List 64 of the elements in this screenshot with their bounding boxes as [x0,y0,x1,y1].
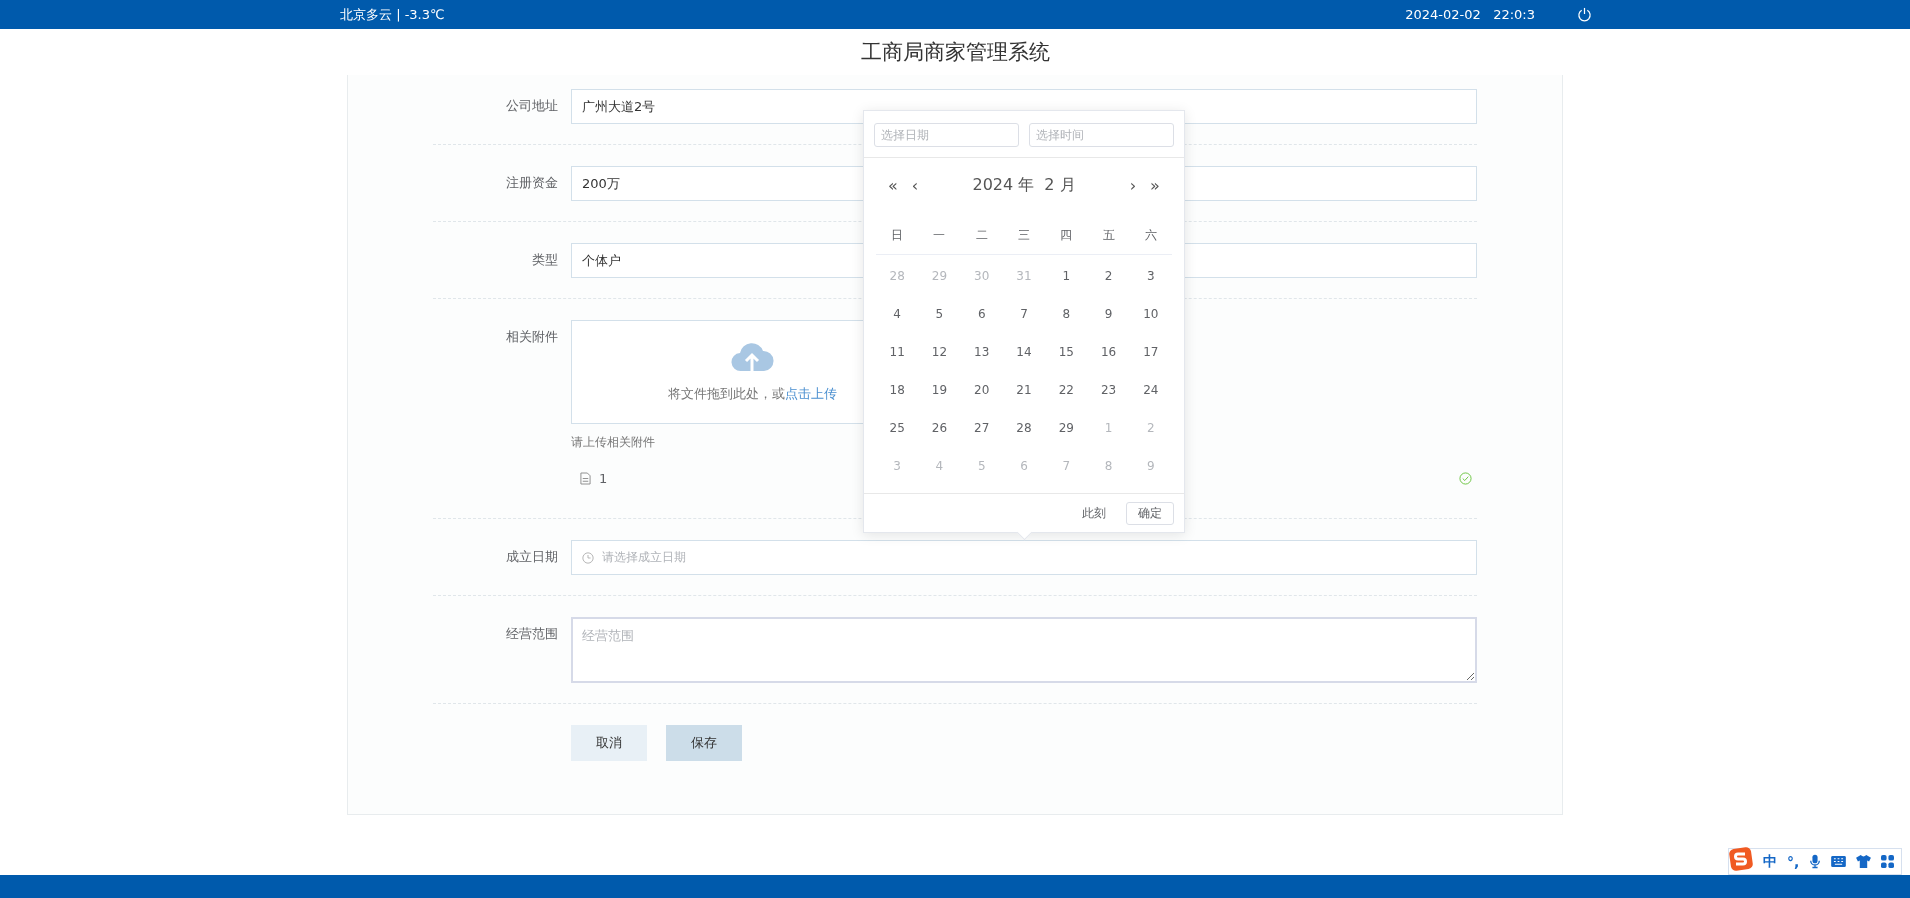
year-label[interactable]: 2024 年 [972,174,1035,196]
weekday-label: 三 [1017,227,1031,244]
month-label[interactable]: 2 月 [1044,174,1076,196]
weekday-label: 日 [890,227,905,244]
page-title: 工商局商家管理系统 [860,39,1050,66]
calendar-day[interactable]: 14 [1002,341,1046,363]
calendar-day[interactable]: 29 [1045,417,1088,439]
weekday-label: 五 [1101,227,1116,244]
calendar-day[interactable]: 15 [1045,341,1088,363]
microphone-icon[interactable] [1809,854,1822,869]
calendar-day[interactable]: 11 [876,341,919,363]
weekday-label: 一 [932,227,947,244]
calendar-day[interactable]: 10 [1129,303,1172,325]
calendar-day[interactable]: 8 [1045,303,1088,325]
calendar-day[interactable]: 22 [1045,379,1088,401]
calendar-day[interactable]: 3 [1129,265,1172,287]
field-label: 相关附件 [505,328,559,346]
calendar-day[interactable]: 23 [1087,379,1130,401]
calendar-day[interactable]: 13 [960,341,1003,363]
weather-text: 北京多云 | -3.3℃ [340,5,446,24]
calendar-day[interactable]: 1 [1045,265,1088,287]
calendar-day[interactable]: 17 [1129,341,1172,363]
calendar-day[interactable]: 7 [1002,303,1046,325]
previous-month-button[interactable]: ‹ [904,175,926,195]
field-label: 经营范围 [505,625,559,643]
calendar-day[interactable]: 21 [1002,379,1046,401]
calendar-day[interactable]: 20 [960,379,1003,401]
upload-tip-text: 请上传相关附件 [571,434,656,451]
calendar-day[interactable]: 18 [876,379,919,401]
clock-icon [582,551,594,564]
calendar-day[interactable]: 16 [1087,341,1130,363]
calendar-day[interactable]: 9 [1087,303,1130,325]
weekday-label: 六 [1143,227,1158,244]
calendar-day[interactable]: 6 [960,303,1003,325]
field-label: 注册资金 [505,174,559,192]
click-upload-link[interactable]: 点击上传 [784,386,837,401]
cancel-button[interactable]: 取消 [571,725,647,761]
date-time-text: 2024-02-02 22:0:3 [1405,7,1535,22]
keyboard-icon[interactable] [1831,856,1847,867]
power-icon[interactable] [1577,7,1592,22]
field-label: 成立日期 [505,548,559,566]
calendar-day[interactable]: 2 [1087,265,1130,287]
next-year-button[interactable]: » [1144,175,1166,195]
field-label: 类型 [531,251,559,269]
grid-icon[interactable] [1881,855,1895,868]
save-button[interactable]: 保存 [666,725,742,761]
input-mode-toggle[interactable]: °, [1787,853,1800,870]
confirm-button[interactable]: 确定 [1126,501,1174,525]
next-month-button[interactable]: › [1122,175,1144,195]
textarea-field[interactable]: 经营范围 [571,617,1477,683]
input-mode-toggle[interactable]: 中 [1763,852,1777,871]
now-link[interactable]: 此刻 [1082,504,1106,522]
calendar-day[interactable]: 27 [960,417,1003,439]
weekday-label: 四 [1059,227,1074,244]
upload-hint-text: 将文件拖到此处，或点击上传 [667,385,837,403]
calendar-day[interactable]: 28 [1002,417,1046,439]
cloud-upload-icon [730,341,774,373]
calendar-day[interactable]: 24 [1129,379,1172,401]
input-method-logo-icon[interactable] [1729,846,1753,871]
previous-year-button[interactable]: « [882,175,904,195]
field-label: 公司地址 [505,97,559,115]
weekday-label: 二 [974,227,989,244]
document-icon [580,472,591,485]
shirt-icon[interactable] [1856,855,1872,868]
